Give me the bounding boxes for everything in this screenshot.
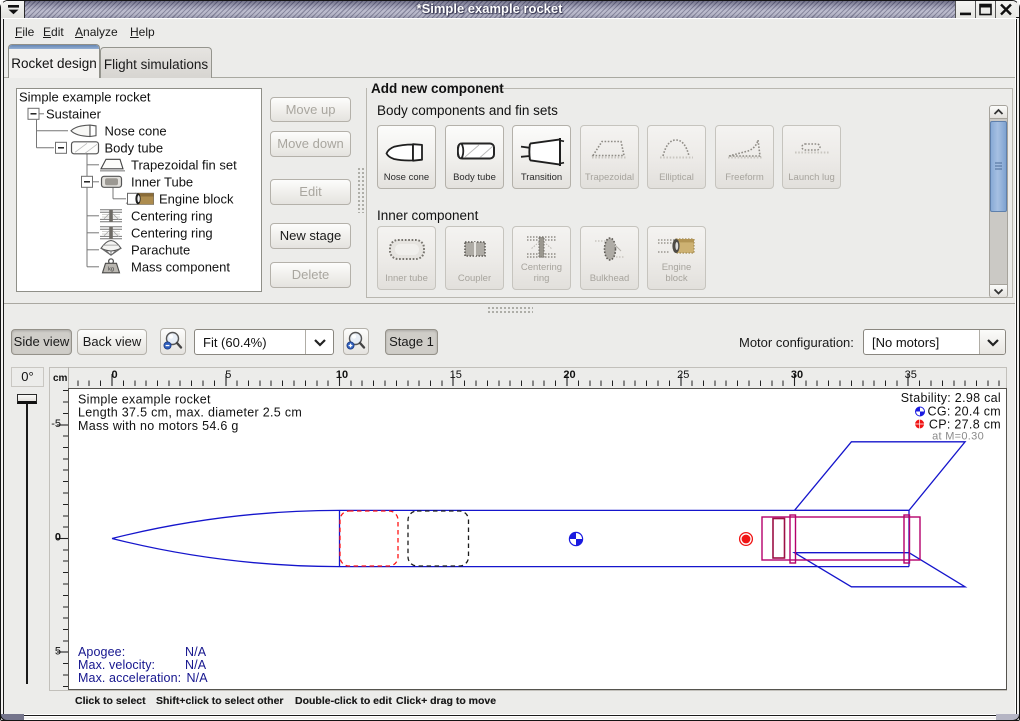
svg-text:Centering ring: Centering ring [131,225,213,240]
svg-text:CP: 27.8 cm: CP: 27.8 cm [929,418,1001,432]
svg-text:Simple example rocket: Simple example rocket [19,89,151,104]
svg-text:Inner Tube: Inner Tube [131,174,193,189]
svg-text:15: 15 [450,369,462,381]
svg-text:35: 35 [905,369,917,381]
svg-text:Length 37.5 cm, max. diameter: Length 37.5 cm, max. diameter 2.5 cm [78,406,302,420]
svg-text:N/A: N/A [185,645,207,659]
svg-text:kg: kg [108,266,114,272]
svg-text:0: 0 [111,369,117,381]
svg-text:5: 5 [225,369,231,381]
svg-text:Stability: 2.98 cal: Stability: 2.98 cal [901,391,1001,405]
svg-text:Mass with no motors 54.6 g: Mass with no motors 54.6 g [78,419,239,433]
svg-text:Centering ring: Centering ring [131,208,213,223]
svg-text:Trapezoidal fin set: Trapezoidal fin set [131,157,237,172]
svg-text:-5: -5 [51,418,61,430]
svg-text:Engine block: Engine block [159,191,234,206]
svg-text:Nose cone: Nose cone [105,123,167,138]
svg-text:30: 30 [791,369,803,381]
svg-text:10: 10 [336,369,348,381]
svg-text:5: 5 [55,645,61,657]
svg-text:25: 25 [677,369,689,381]
svg-text:20: 20 [563,369,575,381]
svg-text:N/A: N/A [187,671,209,685]
svg-text:Apogee:: Apogee: [78,645,125,659]
svg-text:N/A: N/A [185,658,207,672]
svg-text:Max. velocity:: Max. velocity: [78,658,155,672]
svg-text:CG: 20.4 cm: CG: 20.4 cm [928,404,1001,418]
svg-text:Simple example rocket: Simple example rocket [78,393,211,407]
svg-text:0: 0 [55,532,61,544]
svg-text:Mass component: Mass component [131,259,230,274]
svg-text:Sustainer: Sustainer [46,106,102,121]
svg-text:Max. acceleration:: Max. acceleration: [78,671,181,685]
svg-text:at M=0.30: at M=0.30 [932,431,984,443]
svg-text:Body tube: Body tube [105,140,164,155]
svg-text:Parachute: Parachute [131,242,190,257]
svg-text:cm: cm [53,373,68,384]
